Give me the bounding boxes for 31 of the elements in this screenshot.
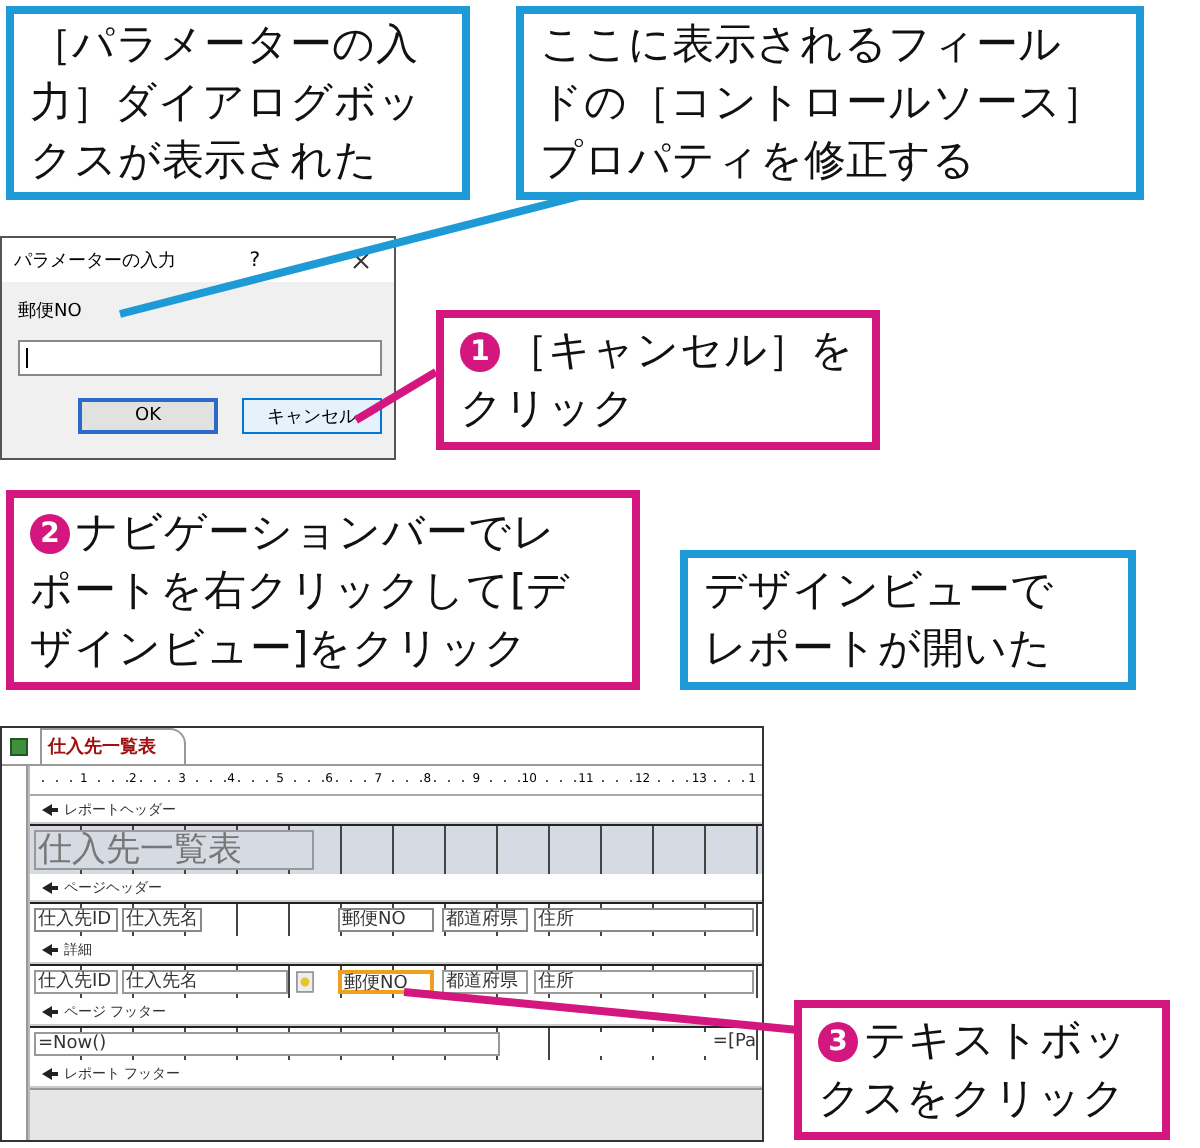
help-button[interactable]: ? (249, 249, 260, 271)
callout-text: 1 ［キャンセル］を クリック (460, 324, 854, 436)
dialog-button[interactable]: OK (78, 398, 218, 434)
report-textbox[interactable]: 仕入先名 (122, 970, 288, 994)
callout-text: ここに表示されるフィール ドの［コントロールソース］ プロパティを修正する (540, 18, 1104, 188)
section-arrow-icon (42, 1067, 58, 1079)
report-label[interactable]: 住所 (534, 908, 754, 932)
report-textbox[interactable]: 仕入先ID (34, 970, 118, 994)
report-label[interactable]: 仕入先名 (122, 908, 202, 932)
report-tab[interactable]: 仕入先一覧表 (40, 728, 186, 764)
section-arrow-icon (42, 1005, 58, 1017)
report-textbox[interactable]: 郵便NO (338, 970, 434, 994)
callout-text: 3 テキストボッ クスをクリック (818, 1014, 1128, 1126)
report-textbox[interactable]: 住所 (534, 970, 754, 994)
section-arrow-icon (42, 943, 58, 955)
callout-text: 2 ナビゲーションバーでレ ポートを右クリックして[デ ザインビュー]をクリック (30, 505, 571, 675)
report-icon (10, 737, 28, 755)
image-control-icon[interactable] (294, 970, 314, 994)
field-label: 郵便NO (18, 299, 84, 324)
close-icon[interactable] (352, 251, 370, 269)
input-field[interactable] (18, 340, 382, 376)
report-label[interactable]: 郵便NO (338, 908, 434, 932)
section-arrow-icon (42, 803, 58, 815)
callout-text: デザインビューで レポートが開いた (704, 564, 1054, 676)
callout-text: ［パラメーターの入 力］ダイアログボッ クスが表示された (30, 18, 422, 188)
report-label[interactable]: 仕入先ID (34, 908, 118, 932)
report-textbox[interactable]: 都道府県 (442, 970, 528, 994)
report-label[interactable]: 都道府県 (442, 908, 528, 932)
section-arrow-icon (42, 881, 58, 893)
dialog-title: パラメーターの入力 (14, 249, 178, 273)
report-textbox[interactable]: =Now() (34, 1032, 500, 1056)
